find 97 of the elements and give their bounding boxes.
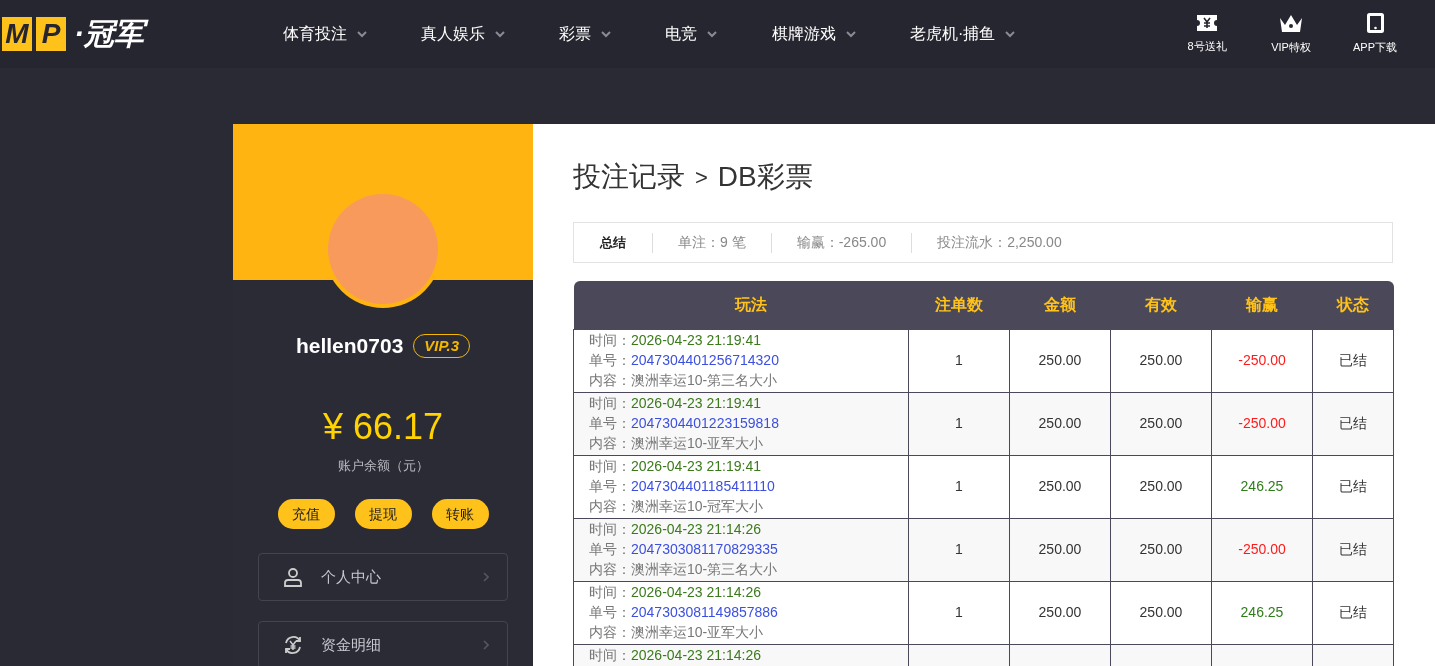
person-icon xyxy=(283,567,303,587)
column-header: 玩法 xyxy=(573,281,909,329)
bet-time: 2026-04-23 21:14:26 xyxy=(631,519,761,539)
order-number-label: 单号： xyxy=(589,350,631,370)
status-cell: 已结 xyxy=(1312,581,1394,644)
amount-cell: 250.00 xyxy=(1009,455,1111,518)
breadcrumb-current: DB彩票 xyxy=(717,160,813,194)
bet-time: 2026-04-23 21:19:41 xyxy=(631,393,761,413)
valid-amount-cell: 250.00 xyxy=(1110,392,1212,455)
win-loss-cell: 246.25 xyxy=(1211,455,1313,518)
nav-menu[interactable]: 老虎机·捕鱼 xyxy=(910,22,1050,46)
status-cell: 已结 xyxy=(1312,392,1394,455)
bet-time: 2026-04-23 21:19:41 xyxy=(631,456,761,476)
bet-time: 2026-04-23 21:19:41 xyxy=(631,330,761,350)
chevron-right-icon xyxy=(483,572,489,582)
win-loss-cell: 246.25 xyxy=(1211,581,1313,644)
bet-content: 内容：澳洲幸运10-亚军大小 xyxy=(589,433,765,453)
logo-text: ·冠军 xyxy=(74,14,152,54)
amount-cell: 250.00 xyxy=(1009,329,1111,392)
win-loss-cell: -250.00 xyxy=(1211,392,1313,455)
time-label: 时间： xyxy=(589,456,631,476)
status-cell: 已结 xyxy=(1312,518,1394,581)
time-label: 时间： xyxy=(589,330,631,350)
wallet-button[interactable]: 充值 xyxy=(277,499,335,529)
summary-stat: 输赢：-265.00 xyxy=(795,233,888,252)
win-loss-cell: -250.00 xyxy=(1211,518,1313,581)
wallet-button[interactable]: 转账 xyxy=(431,499,489,529)
header-link[interactable]: VIP特权 xyxy=(1261,12,1321,56)
column-header: 有效 xyxy=(1110,281,1212,329)
win-loss-cell: -250.00 xyxy=(1211,329,1313,392)
nav-menu[interactable]: 彩票 xyxy=(559,22,665,46)
column-header: 输赢 xyxy=(1211,281,1313,329)
logo-letter: M xyxy=(2,17,32,51)
bet-content: 内容：澳洲幸运10-亚军大小 xyxy=(589,622,765,642)
nav-menu[interactable]: 棋牌游戏 xyxy=(772,22,910,46)
nav-menu[interactable]: 真人娱乐 xyxy=(421,22,559,46)
bet-count-cell: 1 xyxy=(908,581,1010,644)
bet-content: 内容：澳洲幸运10-冠军大小 xyxy=(589,496,765,516)
valid-amount-cell: 250.00 xyxy=(1110,581,1212,644)
sidebar-menu-item[interactable]: 个人中心 xyxy=(258,553,508,601)
column-header: 状态 xyxy=(1312,281,1394,329)
chevron-down-icon xyxy=(601,30,611,38)
order-number-label: 单号： xyxy=(589,476,631,496)
amount-cell: 250.00 xyxy=(1009,518,1111,581)
yen-cycle-icon xyxy=(283,635,303,655)
chevron-down-icon xyxy=(846,30,856,38)
status-cell: 已结 xyxy=(1312,329,1394,392)
order-number-label: 单号： xyxy=(589,539,631,559)
valid-amount-cell: 250.00 xyxy=(1110,329,1212,392)
chevron-down-icon xyxy=(495,30,505,38)
time-label: 时间： xyxy=(589,645,631,665)
order-number-link[interactable]: 2047303081149857886 xyxy=(631,601,778,622)
amount-cell: 250.00 xyxy=(1009,392,1111,455)
order-number-link[interactable]: 2047304401256714320 xyxy=(631,349,779,370)
header-link[interactable]: 8号送礼 xyxy=(1177,13,1237,55)
time-label: 时间： xyxy=(589,519,631,539)
balance-label: 账户余额（元） xyxy=(337,456,429,475)
bet-content: 内容：澳洲幸运10-第三名大小 xyxy=(589,370,779,390)
header-link[interactable]: APP下载 xyxy=(1345,12,1405,56)
bet-count-cell: 1 xyxy=(908,392,1010,455)
breadcrumb-separator: > xyxy=(695,163,708,192)
valid-amount-cell: 250.00 xyxy=(1110,518,1212,581)
breadcrumb-link[interactable]: 投注记录 xyxy=(573,156,685,198)
balance-amount: ¥ 66.17 xyxy=(322,404,444,449)
bet-count-cell: 1 xyxy=(908,329,1010,392)
bet-content: 内容：澳洲幸运10-第三名大小 xyxy=(589,559,779,579)
amount-cell: 250.00 xyxy=(1009,581,1111,644)
phone-icon xyxy=(1366,12,1384,33)
order-number-label: 单号： xyxy=(589,602,631,622)
order-number-link[interactable]: 2047304401185411110 xyxy=(631,475,775,496)
chevron-down-icon xyxy=(357,30,367,38)
gift-ticket-icon xyxy=(1196,13,1218,32)
status-cell: 已结 xyxy=(1312,455,1394,518)
nav-menu[interactable]: 电竞 xyxy=(665,22,772,46)
logo-letter: P xyxy=(36,17,66,51)
bet-time: 2026-04-23 21:14:26 xyxy=(631,645,761,665)
order-number-link[interactable]: 2047304401223159818 xyxy=(631,412,779,433)
summary-stat: 单注：9 笔 xyxy=(677,233,747,252)
time-label: 时间： xyxy=(589,582,631,602)
wallet-button[interactable]: 提现 xyxy=(354,499,412,529)
bet-count-cell: 1 xyxy=(908,518,1010,581)
summary-title: 总结 xyxy=(598,233,627,252)
bet-time: 2026-04-23 21:14:26 xyxy=(631,582,761,602)
summary-stat: 投注流水：2,250.00 xyxy=(936,233,1063,252)
order-number-link[interactable]: 2047303081170829335 xyxy=(631,538,778,559)
bet-count-cell: 1 xyxy=(908,455,1010,518)
order-number-label: 单号： xyxy=(589,413,631,433)
chevron-down-icon xyxy=(1005,30,1016,38)
column-header: 注单数 xyxy=(908,281,1010,329)
column-header: 金额 xyxy=(1009,281,1111,329)
chevron-down-icon xyxy=(707,30,717,38)
time-label: 时间： xyxy=(589,393,631,413)
sidebar-menu-item[interactable]: 资金明细 xyxy=(258,621,508,666)
valid-amount-cell: 250.00 xyxy=(1110,455,1212,518)
nav-menu[interactable]: 体育投注 xyxy=(283,22,421,46)
chevron-right-icon xyxy=(483,640,489,650)
username: hellen0703 xyxy=(295,333,404,359)
